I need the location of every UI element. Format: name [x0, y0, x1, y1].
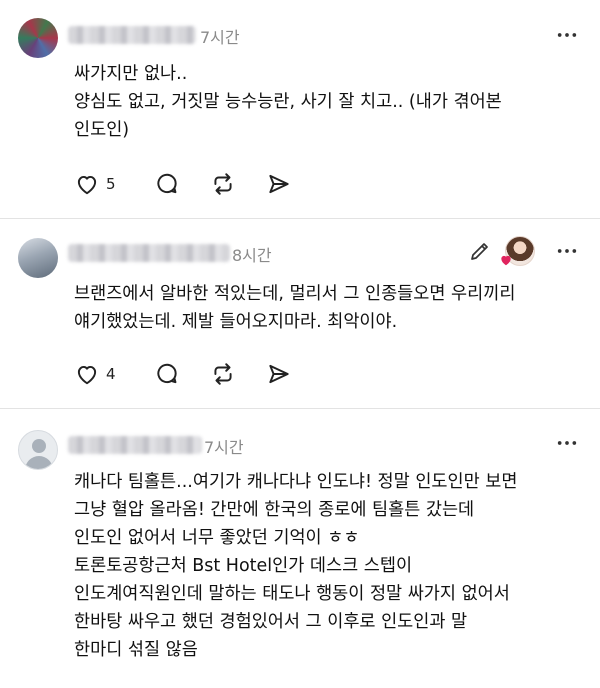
text-line: 브랜즈에서 알바한 적있는데, 멀리서 그 인종들오면 우리끼리: [74, 284, 516, 304]
username-blurred[interactable]: [68, 436, 202, 454]
comment-button[interactable]: [154, 171, 180, 197]
timestamp: 7시간: [204, 438, 244, 457]
post-text: 싸가지만 없나.. 양심도 없고, 거짓말 능수능란, 사기 잘 치고.. (내가…: [74, 60, 584, 144]
avatar-shoulders: [25, 456, 53, 469]
comment-icon: [156, 363, 177, 384]
like-button[interactable]: 4: [74, 361, 116, 387]
share-button[interactable]: [266, 171, 292, 197]
like-count: 5: [106, 175, 116, 193]
action-bar: 4: [74, 361, 322, 387]
repost-icon: [213, 363, 232, 385]
more-icon[interactable]: [556, 432, 578, 454]
action-bar: 5: [74, 171, 322, 197]
avatar[interactable]: [18, 430, 58, 470]
repost-button[interactable]: [210, 361, 236, 387]
timestamp: 8시간: [232, 246, 272, 265]
heart-icon: [77, 365, 97, 385]
divider: [0, 408, 600, 409]
like-button[interactable]: 5: [74, 171, 116, 197]
avatar-head: [32, 439, 46, 453]
comment-feed: 7시간 싸가지만 없나.. 양심도 없고, 거짓말 능수능란, 사기 잘 치고..…: [0, 0, 600, 688]
share-icon: [268, 174, 289, 194]
text-line: 캐나다 팀홀튼...여기가 캐나다냐 인도냐! 정말 인도인만 보면: [74, 472, 518, 492]
comment-icon: [156, 173, 177, 194]
more-icon[interactable]: [556, 24, 578, 46]
timestamp: 7시간: [200, 28, 240, 47]
text-line: 인도인 없어서 너무 좋았던 기억이 ㅎㅎ: [74, 528, 360, 548]
edit-icon[interactable]: [468, 239, 492, 263]
heart-icon: [77, 175, 97, 195]
avatar[interactable]: [18, 238, 58, 278]
repost-button[interactable]: [210, 171, 236, 197]
divider: [0, 218, 600, 219]
share-button[interactable]: [266, 361, 292, 387]
more-icon[interactable]: [556, 240, 578, 262]
text-line: 싸가지만 없나..: [74, 64, 188, 84]
avatar[interactable]: [18, 18, 58, 58]
comment-button[interactable]: [154, 361, 180, 387]
text-line: 인도계여직원인데 말하는 태도나 행동이 정말 싸가지 없어서: [74, 584, 510, 604]
text-line: 얘기했었는데. 제발 들어오지마라. 최악이야.: [74, 312, 398, 332]
liked-heart-icon: [501, 255, 511, 266]
share-icon: [268, 364, 289, 384]
username-blurred[interactable]: [68, 26, 196, 44]
like-count: 4: [106, 365, 116, 383]
text-line: 한바탕 싸우고 했던 경험있어서 그 이후로 인도인과 말: [74, 612, 468, 632]
text-line: 인도인): [74, 120, 130, 140]
text-line: 양심도 없고, 거짓말 능수능란, 사기 잘 치고.. (내가 겪어본: [74, 92, 502, 112]
username-blurred[interactable]: [68, 244, 230, 262]
text-line: 한마디 섞질 않음: [74, 640, 198, 660]
text-line: 그냥 혈압 올라옴! 간만에 한국의 종로에 팀홀튼 갔는데: [74, 500, 475, 520]
repost-icon: [213, 173, 232, 195]
post-text: 캐나다 팀홀튼...여기가 캐나다냐 인도냐! 정말 인도인만 보면그냥 혈압 …: [74, 468, 584, 664]
text-line: 토론토공항근처 Bst Hotel인가 데스크 스텝이: [74, 556, 413, 576]
post-text: 브랜즈에서 알바한 적있는데, 멀리서 그 인종들오면 우리끼리얘기했었는데. …: [74, 280, 584, 336]
